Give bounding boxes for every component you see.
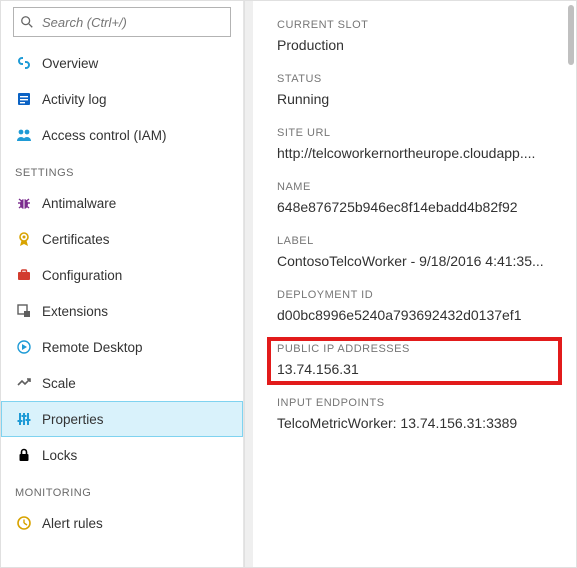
field-site-url: SITE URL http://telcoworkernortheurope.cl… (277, 127, 556, 161)
extensions-icon (16, 303, 32, 319)
sidebar-item-locks[interactable]: Locks (1, 437, 243, 473)
sidebar: Overview Activity log Access control (IAM)… (1, 1, 244, 567)
search-input[interactable] (40, 14, 224, 31)
sidebar-item-label: Remote Desktop (42, 340, 143, 355)
sidebar-item-activity-log[interactable]: Activity log (1, 81, 243, 117)
sidebar-item-label: Overview (42, 56, 98, 71)
field-public-ip: PUBLIC IP ADDRESSES 13.74.156.31 (277, 343, 556, 377)
field-label: INPUT ENDPOINTS (277, 397, 556, 409)
detail-panel: CURRENT SLOT Production STATUS Running SITE … (253, 1, 576, 567)
sidebar-item-properties[interactable]: Properties (1, 401, 243, 437)
panel-gutter (244, 1, 253, 567)
field-value: d00bc8996e5240a793692432d0137ef1 (277, 307, 556, 323)
field-value: 648e876725b946ec8f14ebadd4b82f92 (277, 199, 556, 215)
field-label: STATUS (277, 73, 556, 85)
scrollbar[interactable] (568, 5, 574, 65)
field-label: DEPLOYMENT ID (277, 289, 556, 301)
section-header: SETTINGS (1, 153, 243, 185)
alert-icon (16, 515, 32, 531)
sidebar-item-label: Properties (42, 412, 104, 427)
lock-icon (16, 447, 32, 463)
properties-icon (16, 411, 32, 427)
field-status: STATUS Running (277, 73, 556, 107)
people-icon (16, 127, 32, 143)
section-header: MONITORING (1, 473, 243, 505)
field-label: LABEL (277, 235, 556, 247)
field-label: PUBLIC IP ADDRESSES (277, 343, 556, 355)
sidebar-item-remote-desktop[interactable]: Remote Desktop (1, 329, 243, 365)
sidebar-item-overview[interactable]: Overview (1, 45, 243, 81)
bug-icon (16, 195, 32, 211)
rdp-icon (16, 339, 32, 355)
field-label: SITE URL (277, 127, 556, 139)
field-value: http://telcoworkernortheurope.cloudapp..… (277, 145, 556, 161)
sidebar-item-label: Activity log (42, 92, 107, 107)
field-value: Production (277, 37, 556, 53)
log-icon (16, 91, 32, 107)
field-current-slot: CURRENT SLOT Production (277, 19, 556, 53)
certificate-icon (16, 231, 32, 247)
field-value: TelcoMetricWorker: 13.74.156.31:3389 (277, 415, 556, 431)
sidebar-item-label: Access control (IAM) (42, 128, 167, 143)
field-deployment-id: DEPLOYMENT ID d00bc8996e5240a793692432d01… (277, 289, 556, 323)
sidebar-item-label: Extensions (42, 304, 108, 319)
briefcase-icon (16, 267, 32, 283)
sidebar-item-label: Configuration (42, 268, 122, 283)
sidebar-item-label: Alert rules (42, 516, 103, 531)
sidebar-item-label: Antimalware (42, 196, 116, 211)
sidebar-item-configuration[interactable]: Configuration (1, 257, 243, 293)
field-label: NAME (277, 181, 556, 193)
field-input-endpoints: INPUT ENDPOINTS TelcoMetricWorker: 13.74.… (277, 397, 556, 431)
field-value: ContosoTelcoWorker - 9/18/2016 4:41:35..… (277, 253, 556, 269)
sidebar-item-antimalware[interactable]: Antimalware (1, 185, 243, 221)
field-label: CURRENT SLOT (277, 19, 556, 31)
sidebar-item-certificates[interactable]: Certificates (1, 221, 243, 257)
field-value: Running (277, 91, 556, 107)
sidebar-item-label: Scale (42, 376, 76, 391)
field-value: 13.74.156.31 (277, 361, 556, 377)
sidebar-item-scale[interactable]: Scale (1, 365, 243, 401)
field-name: NAME 648e876725b946ec8f14ebadd4b82f92 (277, 181, 556, 215)
sidebar-item-alert-rules[interactable]: Alert rules (1, 505, 243, 541)
scale-icon (16, 375, 32, 391)
search-icon (20, 15, 34, 29)
search-box[interactable] (13, 7, 231, 37)
sidebar-item-extensions[interactable]: Extensions (1, 293, 243, 329)
sidebar-item-access-control[interactable]: Access control (IAM) (1, 117, 243, 153)
sidebar-item-label: Certificates (42, 232, 110, 247)
sidebar-item-label: Locks (42, 448, 77, 463)
link-icon (16, 55, 32, 71)
field-label: LABEL ContosoTelcoWorker - 9/18/2016 4:41… (277, 235, 556, 269)
